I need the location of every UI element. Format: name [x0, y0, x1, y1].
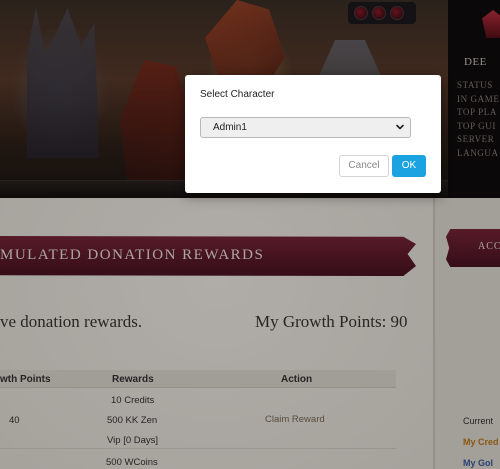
modal-backdrop[interactable] — [0, 0, 500, 469]
dialog-title: Select Character — [200, 89, 275, 100]
selected-character: Admin1 — [213, 122, 247, 133]
select-character-dialog: Select Character Admin1 Cancel OK — [185, 75, 441, 193]
cancel-button[interactable]: Cancel — [339, 155, 389, 177]
character-select[interactable]: Admin1 — [200, 117, 411, 138]
ok-button[interactable]: OK — [392, 155, 426, 177]
chevron-down-icon — [396, 124, 404, 130]
